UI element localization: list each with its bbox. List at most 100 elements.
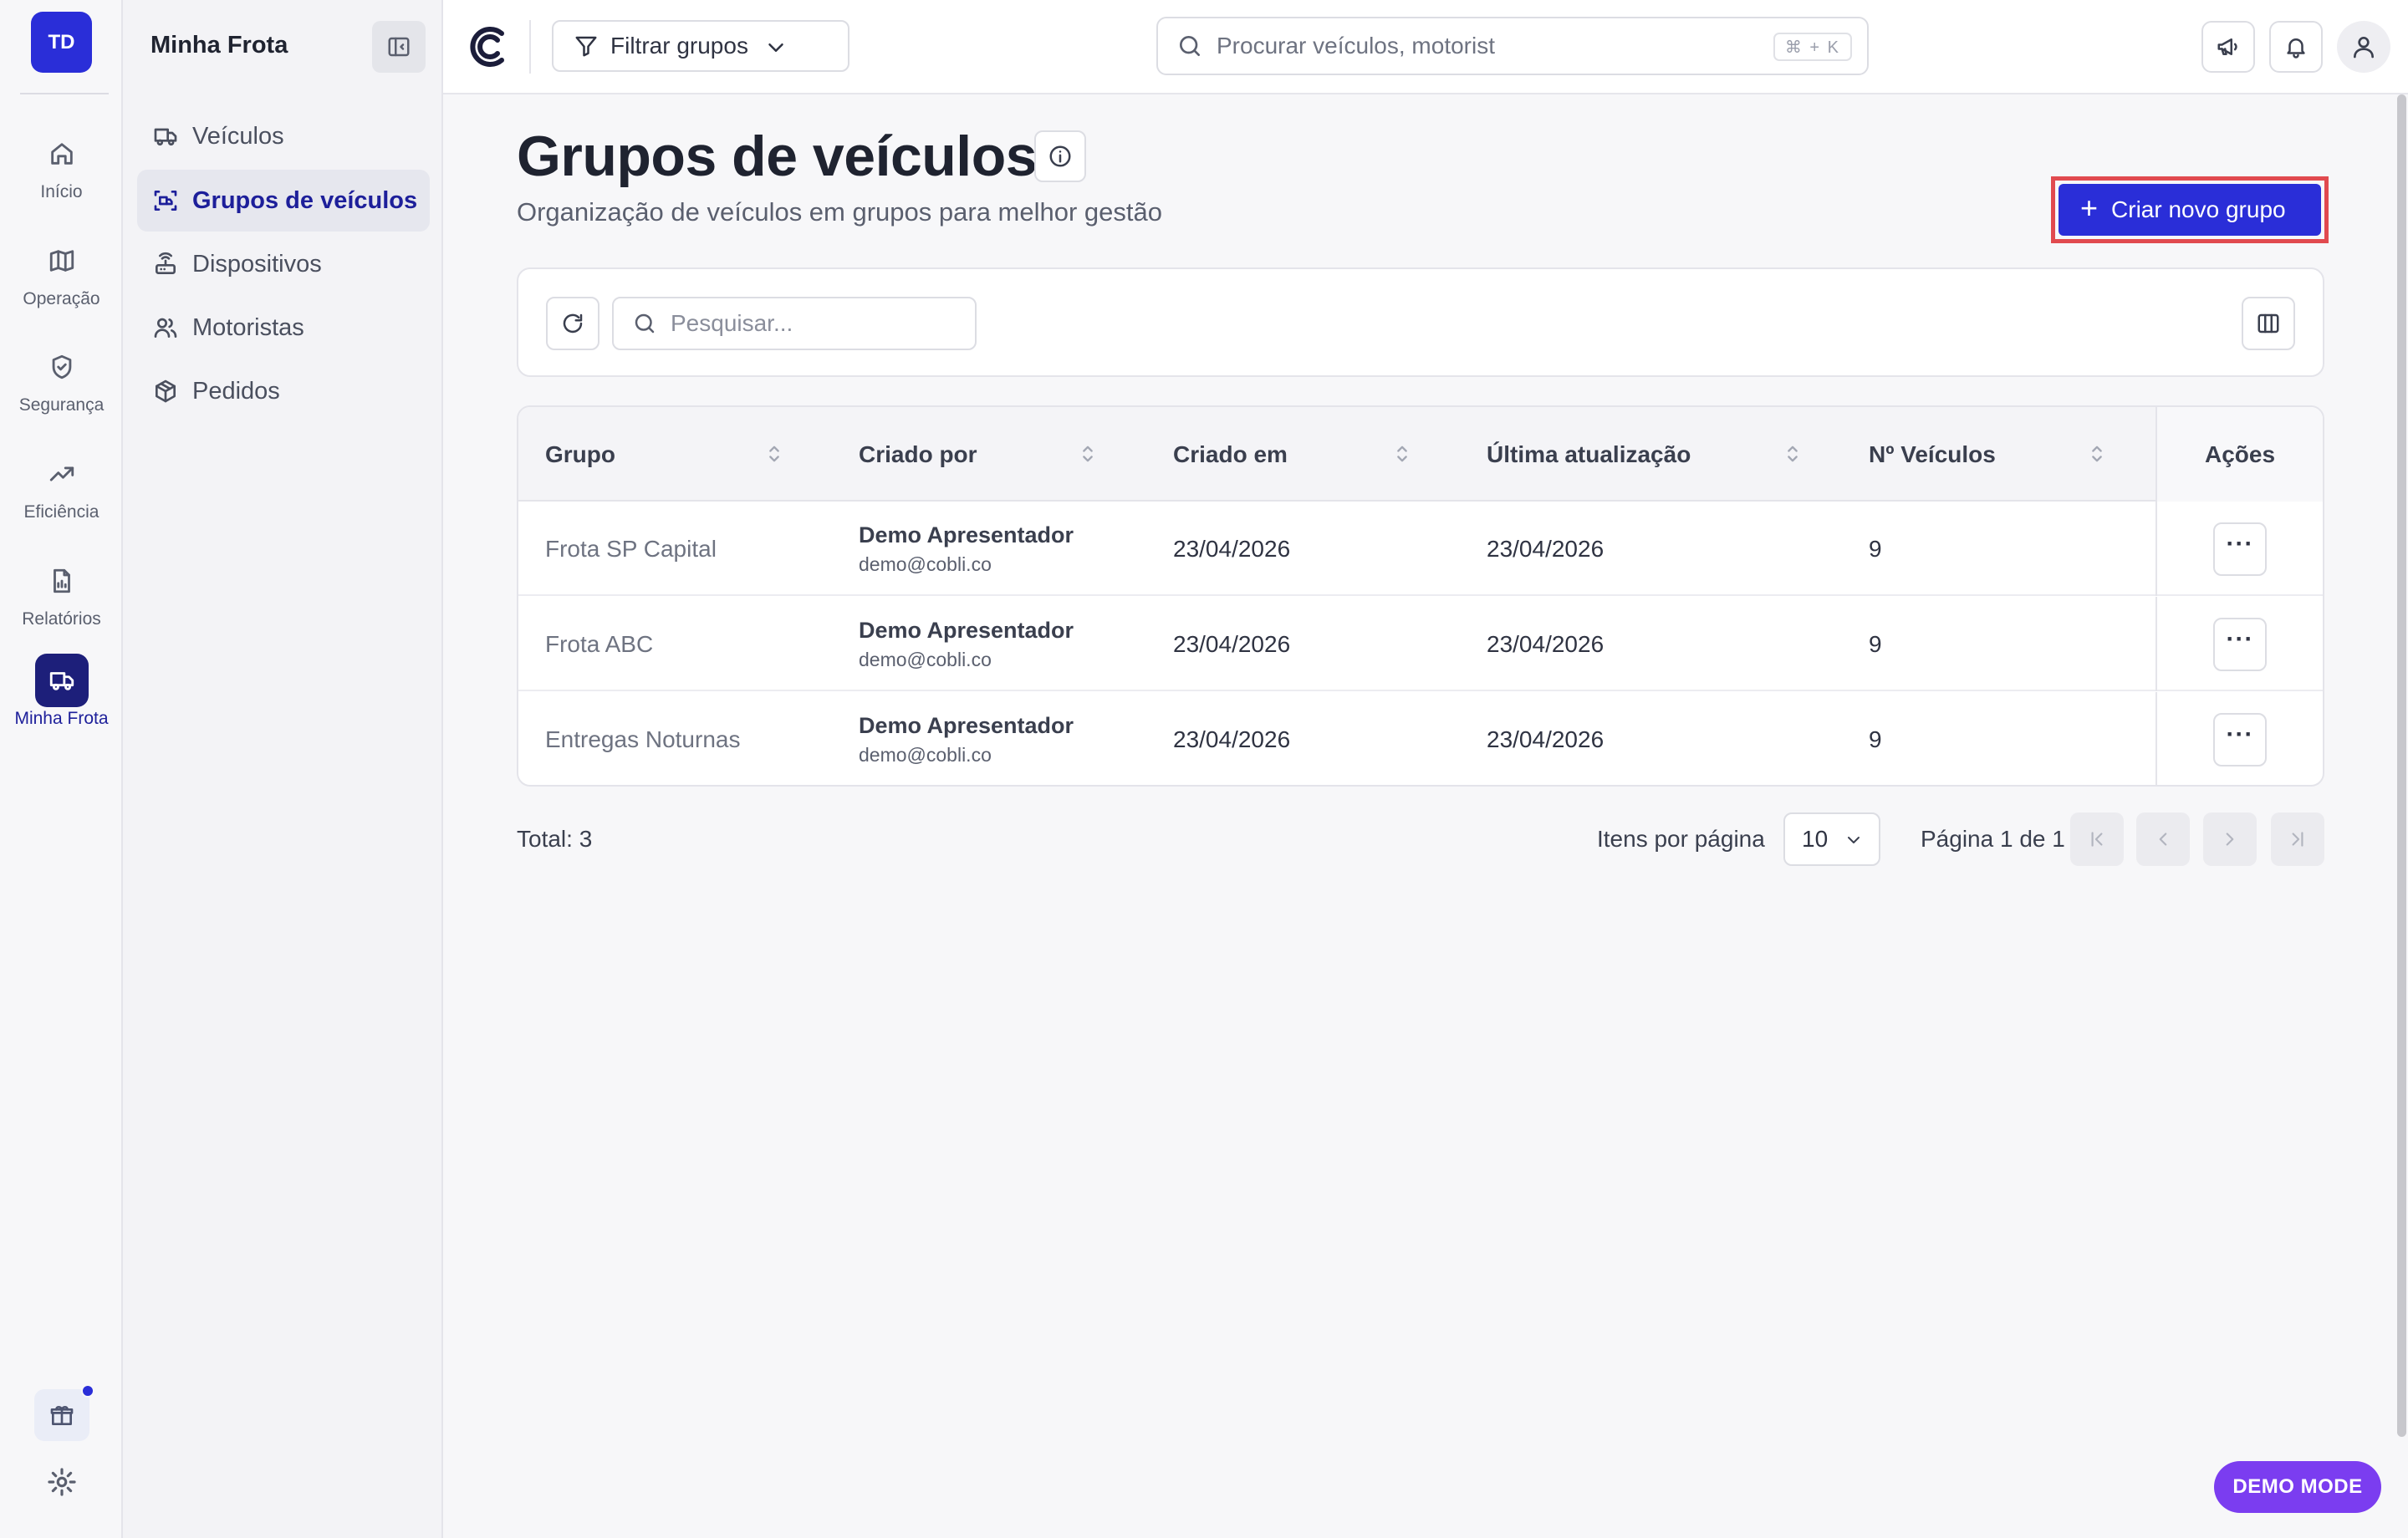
rail-item-operacao[interactable]: Operação [0,234,123,318]
more-actions-button[interactable]: ··· [2213,522,2267,576]
sidebar-item-pedidos[interactable]: Pedidos [137,360,430,422]
sort-icon[interactable] [2085,441,2109,466]
creator: Demo Apresentador demo@cobli.co [859,597,1074,691]
app-rail: TD Início Operação Segurança Eficiência … [0,0,123,1538]
truck-icon [152,123,179,150]
notifications-button[interactable] [2269,21,2323,73]
package-icon [152,378,179,405]
filter-groups-button[interactable]: Filtrar grupos [552,20,849,72]
creator: Demo Apresentador demo@cobli.co [859,692,1074,785]
home-icon [35,127,89,181]
creator-name: Demo Apresentador [859,522,1074,547]
table-row[interactable]: Frota ABC Demo Apresentador demo@cobli.c… [518,597,2323,691]
column-header-n-veiculos[interactable]: Nº Veículos [1869,407,1996,502]
megaphone-icon [2216,34,2241,59]
items-per-page-select[interactable]: 10 [1783,812,1880,866]
table-header: Grupo Criado por Criado em Última atuali… [518,407,2323,502]
map-icon [35,234,89,288]
sort-icon[interactable] [1781,441,1804,466]
create-button-highlight: + Criar novo grupo [2051,176,2329,243]
rail-divider [20,93,109,94]
top-bar: Filtrar grupos ⌘ + K [443,0,2408,94]
page-scrollbar[interactable] [2397,94,2406,1437]
filter-icon [574,33,599,59]
creator-email: demo@cobli.co [859,743,992,766]
created-at: 23/04/2026 [1173,726,1291,752]
sort-icon[interactable] [1390,441,1414,466]
sidebar-item-veiculos[interactable]: Veículos [137,105,430,167]
vehicle-count: 9 [1869,535,1882,562]
column-header-ultima-atualizacao[interactable]: Última atualização [1487,407,1691,502]
updated-at: 23/04/2026 [1487,535,1604,562]
gift-icon [48,1402,75,1429]
first-page-button[interactable] [2070,812,2124,866]
create-group-button[interactable]: + Criar novo grupo [2059,184,2321,236]
creator: Demo Apresentador demo@cobli.co [859,502,1074,596]
rail-item-seguranca[interactable]: Segurança [0,340,123,424]
more-actions-button[interactable]: ··· [2213,617,2267,671]
global-search-input[interactable] [1217,33,1752,59]
column-header-acoes: Ações [2155,407,2323,502]
last-page-button[interactable] [2271,812,2324,866]
groups-table: Grupo Criado por Criado em Última atuali… [517,405,2324,787]
updated-at: 23/04/2026 [1487,726,1604,752]
refresh-button[interactable] [546,297,599,350]
table-search [612,297,977,350]
column-header-criado-em[interactable]: Criado em [1173,407,1288,502]
creator-name: Demo Apresentador [859,712,1074,738]
table-search-input[interactable] [671,310,955,337]
next-page-button[interactable] [2203,812,2257,866]
sidebar-item-dispositivos[interactable]: Dispositivos [137,233,430,295]
sidebar-item-label: Veículos [192,122,284,150]
profile-button[interactable] [2337,21,2390,73]
rail-item-eficiencia[interactable]: Eficiência [0,447,123,531]
users-icon [152,314,179,341]
sidebar-collapse-icon [386,34,411,59]
group-name: Frota SP Capital [545,535,717,562]
creator-email: demo@cobli.co [859,553,992,575]
section-sidebar: Minha Frota Veículos Grupos de veículos … [123,0,443,1538]
chevron-right-icon [2219,828,2241,850]
column-header-grupo[interactable]: Grupo [545,407,615,502]
plus-icon: + [2080,191,2099,225]
create-group-label: Criar novo grupo [2111,196,2286,222]
truck-icon [34,654,89,707]
more-actions-button[interactable]: ··· [2213,712,2267,766]
columns-icon [2256,311,2281,336]
sidebar-item-label: Motoristas [192,313,304,341]
collapse-sidebar-button[interactable] [372,21,426,73]
rail-item-minha-frota[interactable]: Minha Frota [0,654,123,737]
sidebar-item-grupos-de-veiculos[interactable]: Grupos de veículos [137,170,430,232]
column-header-criado-por[interactable]: Criado por [859,407,977,502]
sort-icon[interactable] [1076,441,1099,466]
rail-item-label: Operação [23,289,100,308]
refresh-icon [560,311,585,336]
cobli-logo[interactable] [468,25,510,69]
rail-item-relatorios[interactable]: Relatórios [0,554,123,638]
sidebar-item-label: Dispositivos [192,250,322,278]
row-actions: ··· [2155,692,2323,785]
device-icon [152,251,179,278]
created-at: 23/04/2026 [1173,630,1291,657]
previous-page-button[interactable] [2136,812,2190,866]
gear-icon[interactable] [46,1466,78,1498]
chevron-left-icon [2152,828,2174,850]
rail-item-inicio[interactable]: Início [0,127,123,211]
columns-button[interactable] [2242,297,2295,350]
demo-mode-badge[interactable]: DEMO MODE [2214,1461,2381,1513]
announcements-button[interactable] [2201,21,2255,73]
table-row[interactable]: Frota SP Capital Demo Apresentador demo@… [518,502,2323,596]
page-indicator: Página 1 de 1 [1921,826,2065,852]
sidebar-item-motoristas[interactable]: Motoristas [137,297,430,359]
rail-item-label: Segurança [18,395,105,415]
user-avatar[interactable]: TD [31,12,92,73]
report-icon [35,554,89,608]
info-icon [1048,144,1073,169]
gift-button[interactable] [34,1384,94,1441]
row-actions: ··· [2155,502,2323,596]
table-row[interactable]: Entregas Noturnas Demo Apresentador demo… [518,692,2323,785]
info-button[interactable] [1034,130,1086,182]
sort-icon[interactable] [763,441,786,466]
last-page-icon [2287,828,2309,850]
topbar-divider [529,20,531,74]
